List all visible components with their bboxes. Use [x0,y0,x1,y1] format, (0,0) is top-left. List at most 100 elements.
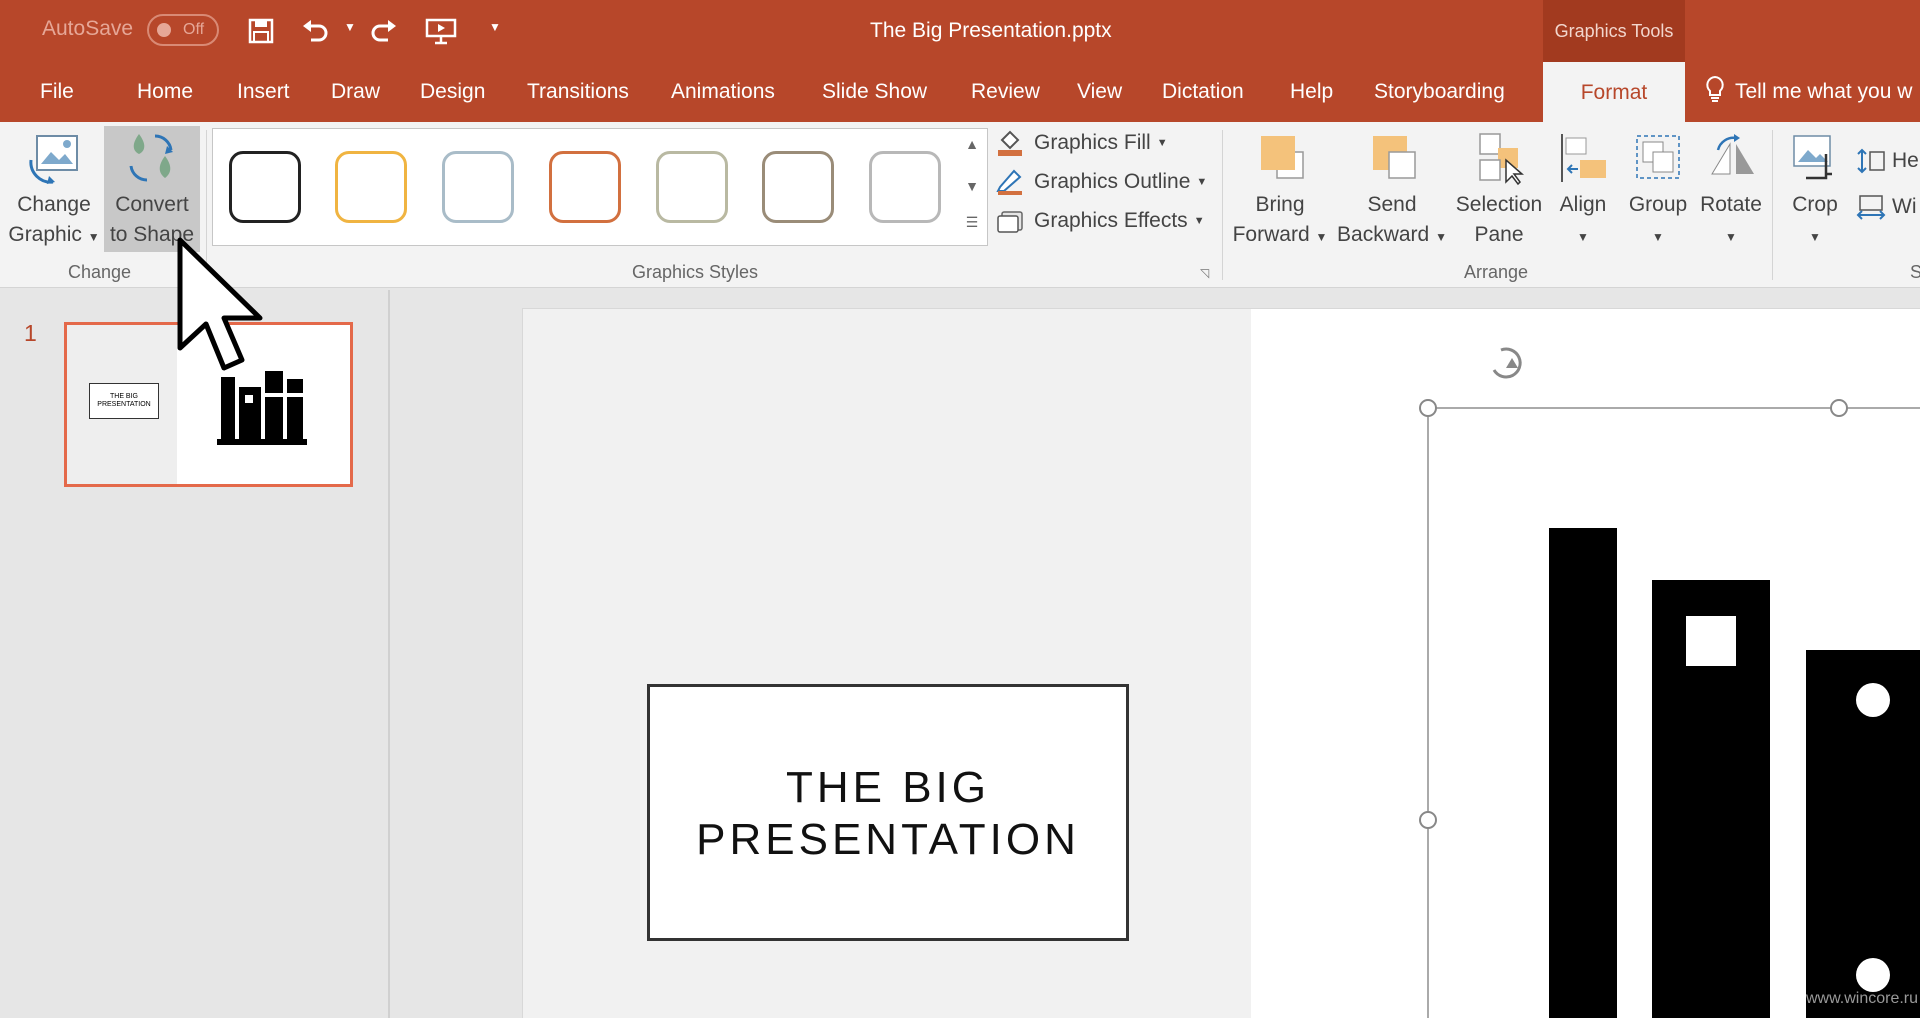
tab-home[interactable]: Home [137,62,193,122]
gallery-scroll-down-icon[interactable]: ▼ [958,178,986,194]
tab-file[interactable]: File [40,62,74,122]
chevron-down-icon: ▼ [1809,230,1821,244]
title-bar: AutoSave Off ▼ ▼ The Big Presentation.pp… [0,0,1920,62]
pen-icon [996,169,1022,195]
slide-number: 1 [24,320,37,346]
selection-pane-label-1: Selection [1455,193,1543,216]
style-swatch[interactable] [335,151,407,223]
chevron-down-icon: ▼ [1193,215,1205,227]
style-swatch[interactable] [229,151,301,223]
tab-animations[interactable]: Animations [671,62,775,122]
tab-view[interactable]: View [1077,62,1122,122]
chevron-down-icon: ▼ [1156,137,1168,149]
bring-forward-label-2: Forward [1232,223,1310,246]
contextual-tab-group-label: Graphics Tools [1543,0,1685,62]
graphics-fill-button[interactable]: Graphics Fill ▼ [996,130,1168,156]
bring-forward-icon [1261,136,1304,179]
change-graphic-icon [29,135,78,184]
ribbon-tabs: File Home Insert Draw Design Transitions… [0,62,1920,124]
send-backward-icon [1373,136,1416,179]
toggle-knob [157,23,171,37]
chevron-down-icon: ▼ [87,230,100,244]
group-label-change: Change [68,262,132,282]
group-label-graphics-styles: Graphics Styles [632,262,759,282]
autosave-state: Off [183,21,205,38]
tab-transitions[interactable]: Transitions [527,62,629,122]
redo-icon[interactable] [367,14,401,48]
crop-label: Crop [1792,193,1838,216]
gallery-scroll-up-icon[interactable]: ▲ [958,136,986,152]
tell-me-text: Tell me what you w [1735,80,1913,103]
selected-graphic[interactable] [1400,330,1920,1018]
slide-title-box[interactable]: THE BIG PRESENTATION [647,684,1129,941]
width-icon [1856,195,1886,220]
tell-me-search[interactable]: Tell me what you w [1705,62,1912,122]
chevron-down-icon: ▼ [1577,230,1589,244]
tab-design[interactable]: Design [420,62,485,122]
tab-storyboarding[interactable]: Storyboarding [1374,62,1505,122]
style-swatch[interactable] [442,151,514,223]
customize-qat-icon[interactable]: ▼ [489,20,501,34]
books-icon [217,371,307,445]
selection-pane-button[interactable]: Selection Pane [1450,130,1548,250]
graphics-effects-button[interactable]: Graphics Effects ▼ [996,208,1205,234]
bring-forward-button[interactable]: Bring Forward ▼ [1228,130,1332,252]
undo-dropdown-icon[interactable]: ▼ [344,20,356,34]
ribbon-format: Change Graphic ▼ Convert to Shape Change… [0,122,1920,288]
send-backward-label-1: Send [1367,193,1417,216]
align-button[interactable]: Align ▼ [1550,130,1616,252]
group-label: Group [1628,193,1688,216]
group-label-arrange: Arrange [1464,262,1529,282]
change-graphic-button[interactable]: Change Graphic ▼ [4,130,104,252]
document-title: The Big Presentation.pptx [870,19,1112,42]
graphics-outline-label: Graphics Outline [1034,170,1191,193]
undo-icon[interactable] [298,14,332,48]
rotate-label: Rotate [1700,193,1762,216]
graphics-outline-button[interactable]: Graphics Outline ▼ [996,169,1207,195]
autosave-toggle[interactable]: Off [147,14,219,46]
align-label: Align [1559,193,1607,216]
group-button[interactable]: Group ▼ [1620,130,1696,252]
autosave-label: AutoSave [42,17,134,40]
crop-button[interactable]: Crop ▼ [1778,130,1852,252]
start-from-beginning-icon[interactable] [424,14,458,48]
chevron-down-icon: ▼ [1652,230,1664,244]
graphics-effects-label: Graphics Effects [1034,209,1188,232]
chevron-down-icon: ▼ [1725,230,1737,244]
rotate-button[interactable]: Rotate ▼ [1696,130,1766,252]
slide-thumbnails-pane: 1 THE BIG PRESENTATION [0,290,390,1018]
height-label: He [1892,149,1919,172]
paint-bucket-icon [998,130,1022,156]
change-graphic-label-2: Graphic [8,223,82,246]
tab-slide-show[interactable]: Slide Show [822,62,927,122]
height-field[interactable]: He [1856,148,1919,174]
thumbnail-title-box: THE BIG PRESENTATION [89,383,159,419]
style-swatch[interactable] [762,151,834,223]
save-icon[interactable] [244,14,278,48]
chevron-down-icon: ▼ [1435,230,1447,244]
tab-format[interactable]: Format [1543,62,1685,124]
tab-review[interactable]: Review [971,62,1040,122]
mouse-pointer-icon [177,237,263,371]
tab-help[interactable]: Help [1290,62,1333,122]
gallery-more-icon[interactable]: ☰ [958,214,986,231]
change-graphic-label-1: Change [17,193,91,216]
selection-pane-icon [1479,133,1524,186]
effects-icon [997,211,1023,233]
convert-to-shape-button[interactable]: Convert to Shape [104,126,200,252]
rotate-icon [1711,134,1754,175]
style-swatch[interactable] [869,151,941,223]
width-field[interactable]: Wi [1856,194,1917,220]
style-swatch[interactable] [656,151,728,223]
group-divider [1772,130,1773,280]
dialog-launcher-icon[interactable]: ◹ [1200,266,1209,280]
group-label-size: S [1910,262,1920,282]
slide-title-line-1: THE BIG [785,763,991,812]
group-icon [1636,135,1680,179]
tab-insert[interactable]: Insert [237,62,290,122]
send-backward-button[interactable]: Send Backward ▼ [1336,130,1448,252]
tab-dictation[interactable]: Dictation [1162,62,1244,122]
style-swatch[interactable] [549,151,621,223]
tab-draw[interactable]: Draw [331,62,380,122]
chevron-down-icon: ▼ [1315,230,1328,244]
